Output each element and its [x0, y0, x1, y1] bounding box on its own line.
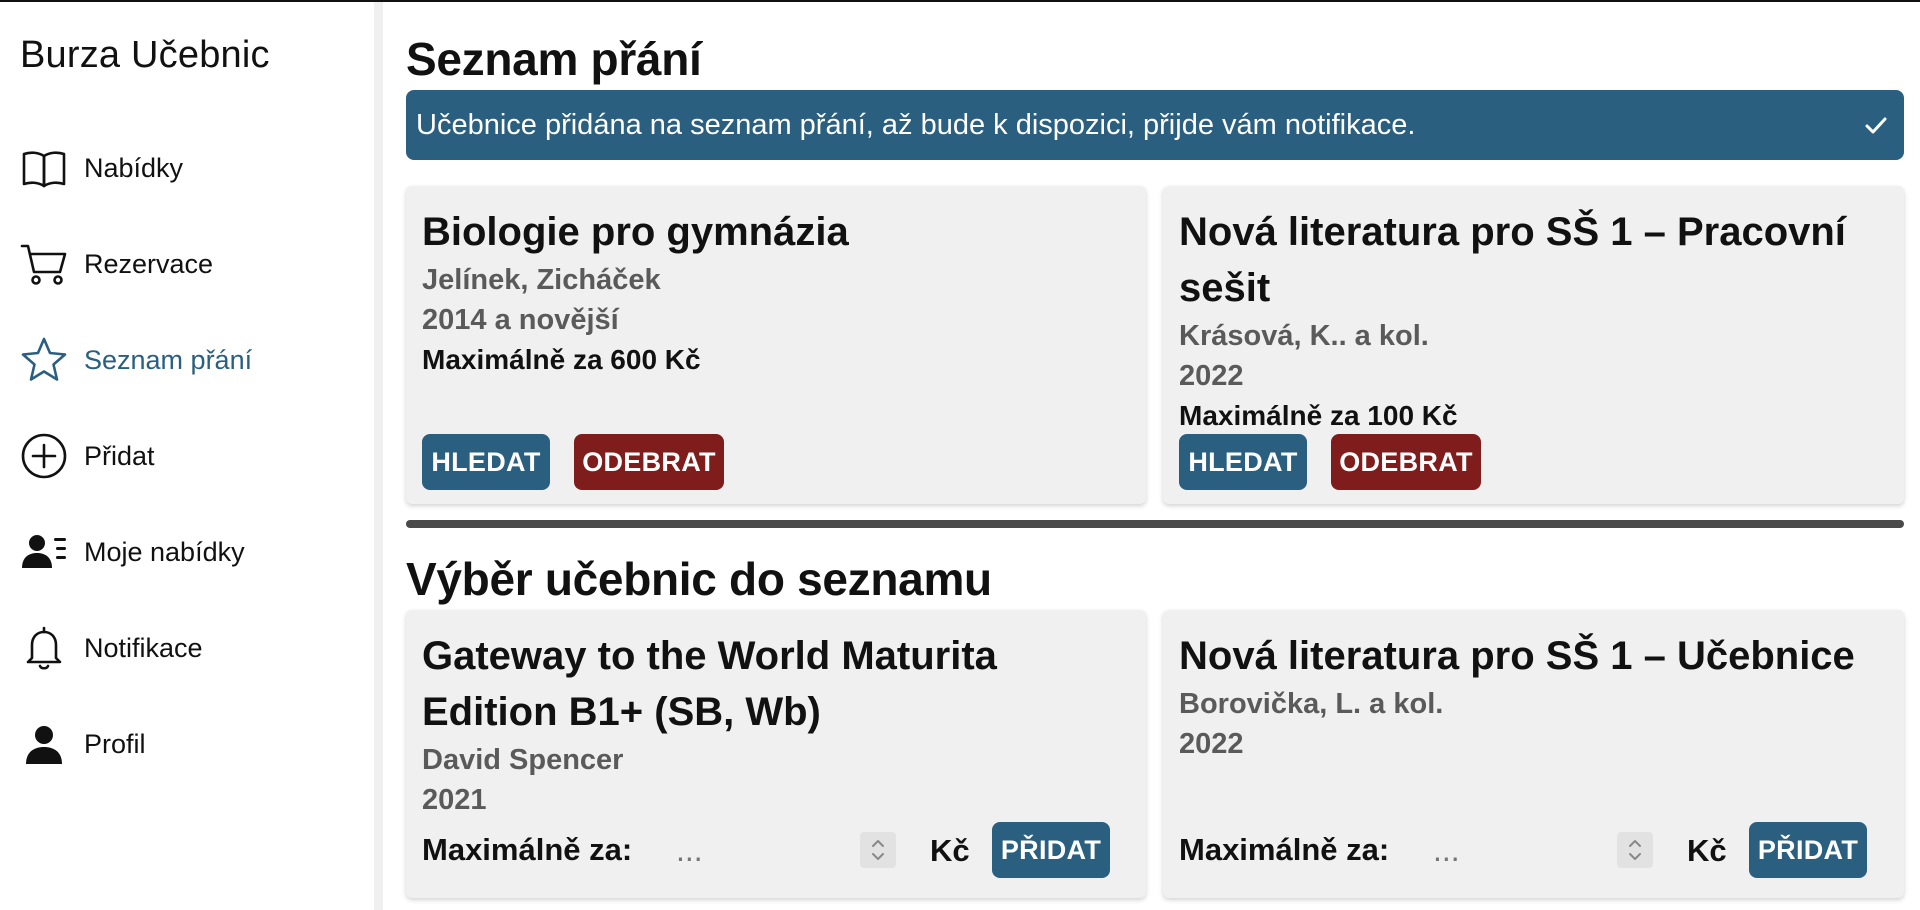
sidebar-divider — [374, 2, 383, 910]
plus-circle-icon — [20, 432, 68, 480]
price-stepper[interactable] — [860, 832, 896, 868]
max-price: Maximálně za 600 Kč — [422, 344, 701, 375]
book-year: 2022 — [1179, 728, 1244, 760]
sidebar-item-label: Notifikace — [84, 632, 203, 663]
max-price: Maximálně za 100 Kč — [1179, 400, 1458, 431]
max-price-label: Maximálně za: — [1179, 832, 1390, 867]
remove-button[interactable]: ODEBRAT — [574, 434, 724, 490]
sidebar-item-label: Moje nabídky — [84, 536, 245, 567]
search-button[interactable]: HLEDAT — [422, 434, 550, 490]
book-authors: Krásová, K.. a kol. — [1179, 320, 1429, 352]
sidebar: Burza Učebnic Nabídky Rezervace Seznam p… — [0, 2, 374, 910]
currency-label: Kč — [930, 833, 970, 868]
star-icon — [20, 336, 68, 384]
book-title: Nová literatura pro SŠ 1 – Pracovní seši… — [1179, 210, 1846, 310]
notification-banner: Učebnice přidána na seznam přání, až bud… — [406, 90, 1904, 160]
section-divider — [406, 520, 1904, 528]
sidebar-item-pridat[interactable]: Přidat — [0, 408, 374, 504]
sidebar-item-notifikace[interactable]: Notifikace — [0, 600, 374, 696]
notification-text: Učebnice přidána na seznam přání, až bud… — [416, 108, 1416, 141]
sidebar-item-seznam-prani[interactable]: Seznam přání — [0, 312, 374, 408]
sidebar-item-label: Nabídky — [84, 152, 184, 183]
book-title: Biologie pro gymnázia — [422, 210, 849, 254]
textbook-card: Nová literatura pro SŠ 1 – Učebnice Boro… — [1163, 610, 1904, 898]
book-year: 2021 — [422, 784, 487, 816]
book-year: 2022 — [1179, 360, 1244, 392]
person-icon — [20, 720, 68, 768]
wishlist-card: Nová literatura pro SŠ 1 – Pracovní seši… — [1163, 186, 1904, 504]
sidebar-item-label: Seznam přání — [84, 344, 253, 375]
textbook-card: Gateway to the World Maturita Edition B1… — [406, 610, 1146, 898]
cart-icon — [20, 240, 68, 288]
book-title: Nová literatura pro SŠ 1 – Učebnice — [1179, 634, 1855, 678]
page-title: Seznam přání — [406, 33, 702, 85]
stepper-arrows-icon — [1629, 840, 1641, 860]
add-button[interactable]: PŘIDAT — [992, 822, 1110, 878]
book-authors: Jelínek, Zicháček — [422, 264, 661, 296]
main-content: Seznam přání Učebnice přidána na seznam … — [406, 0, 1904, 910]
bell-icon — [20, 624, 68, 672]
user-list-icon — [20, 528, 68, 576]
book-authors: Borovička, L. a kol. — [1179, 688, 1444, 720]
sidebar-item-nabidky[interactable]: Nabídky — [0, 120, 374, 216]
price-row: Maximálně za: — [422, 822, 632, 878]
book-authors: David Spencer — [422, 744, 624, 776]
add-button[interactable]: PŘIDAT — [1749, 822, 1867, 878]
book-icon — [20, 144, 68, 192]
section-title: Výběr učebnic do seznamu — [406, 553, 992, 605]
sidebar-item-profil[interactable]: Profil — [0, 696, 374, 792]
wishlist-card: Biologie pro gymnázia Jelínek, Zicháček … — [406, 186, 1146, 504]
stepper-arrows-icon — [872, 840, 884, 860]
sidebar-item-moje-nabidky[interactable]: Moje nabídky — [0, 504, 374, 600]
price-row: Maximálně za: — [1179, 822, 1389, 878]
sidebar-item-label: Rezervace — [84, 248, 214, 279]
remove-button[interactable]: ODEBRAT — [1331, 434, 1481, 490]
currency-label: Kč — [1687, 833, 1727, 868]
sidebar-nav: Nabídky Rezervace Seznam přání Přidat Mo… — [0, 120, 374, 792]
check-icon[interactable] — [1862, 112, 1890, 140]
max-price-input[interactable] — [1433, 822, 1603, 878]
sidebar-item-label: Přidat — [84, 440, 155, 471]
sidebar-item-label: Profil — [84, 728, 146, 759]
book-title: Gateway to the World Maturita Edition B1… — [422, 634, 997, 734]
app-title: Burza Učebnic — [20, 34, 270, 76]
price-stepper[interactable] — [1617, 832, 1653, 868]
max-price-label: Maximálně za: — [422, 832, 633, 867]
sidebar-item-rezervace[interactable]: Rezervace — [0, 216, 374, 312]
book-year: 2014 a novější — [422, 304, 619, 336]
max-price-input[interactable] — [676, 822, 846, 878]
search-button[interactable]: HLEDAT — [1179, 434, 1307, 490]
